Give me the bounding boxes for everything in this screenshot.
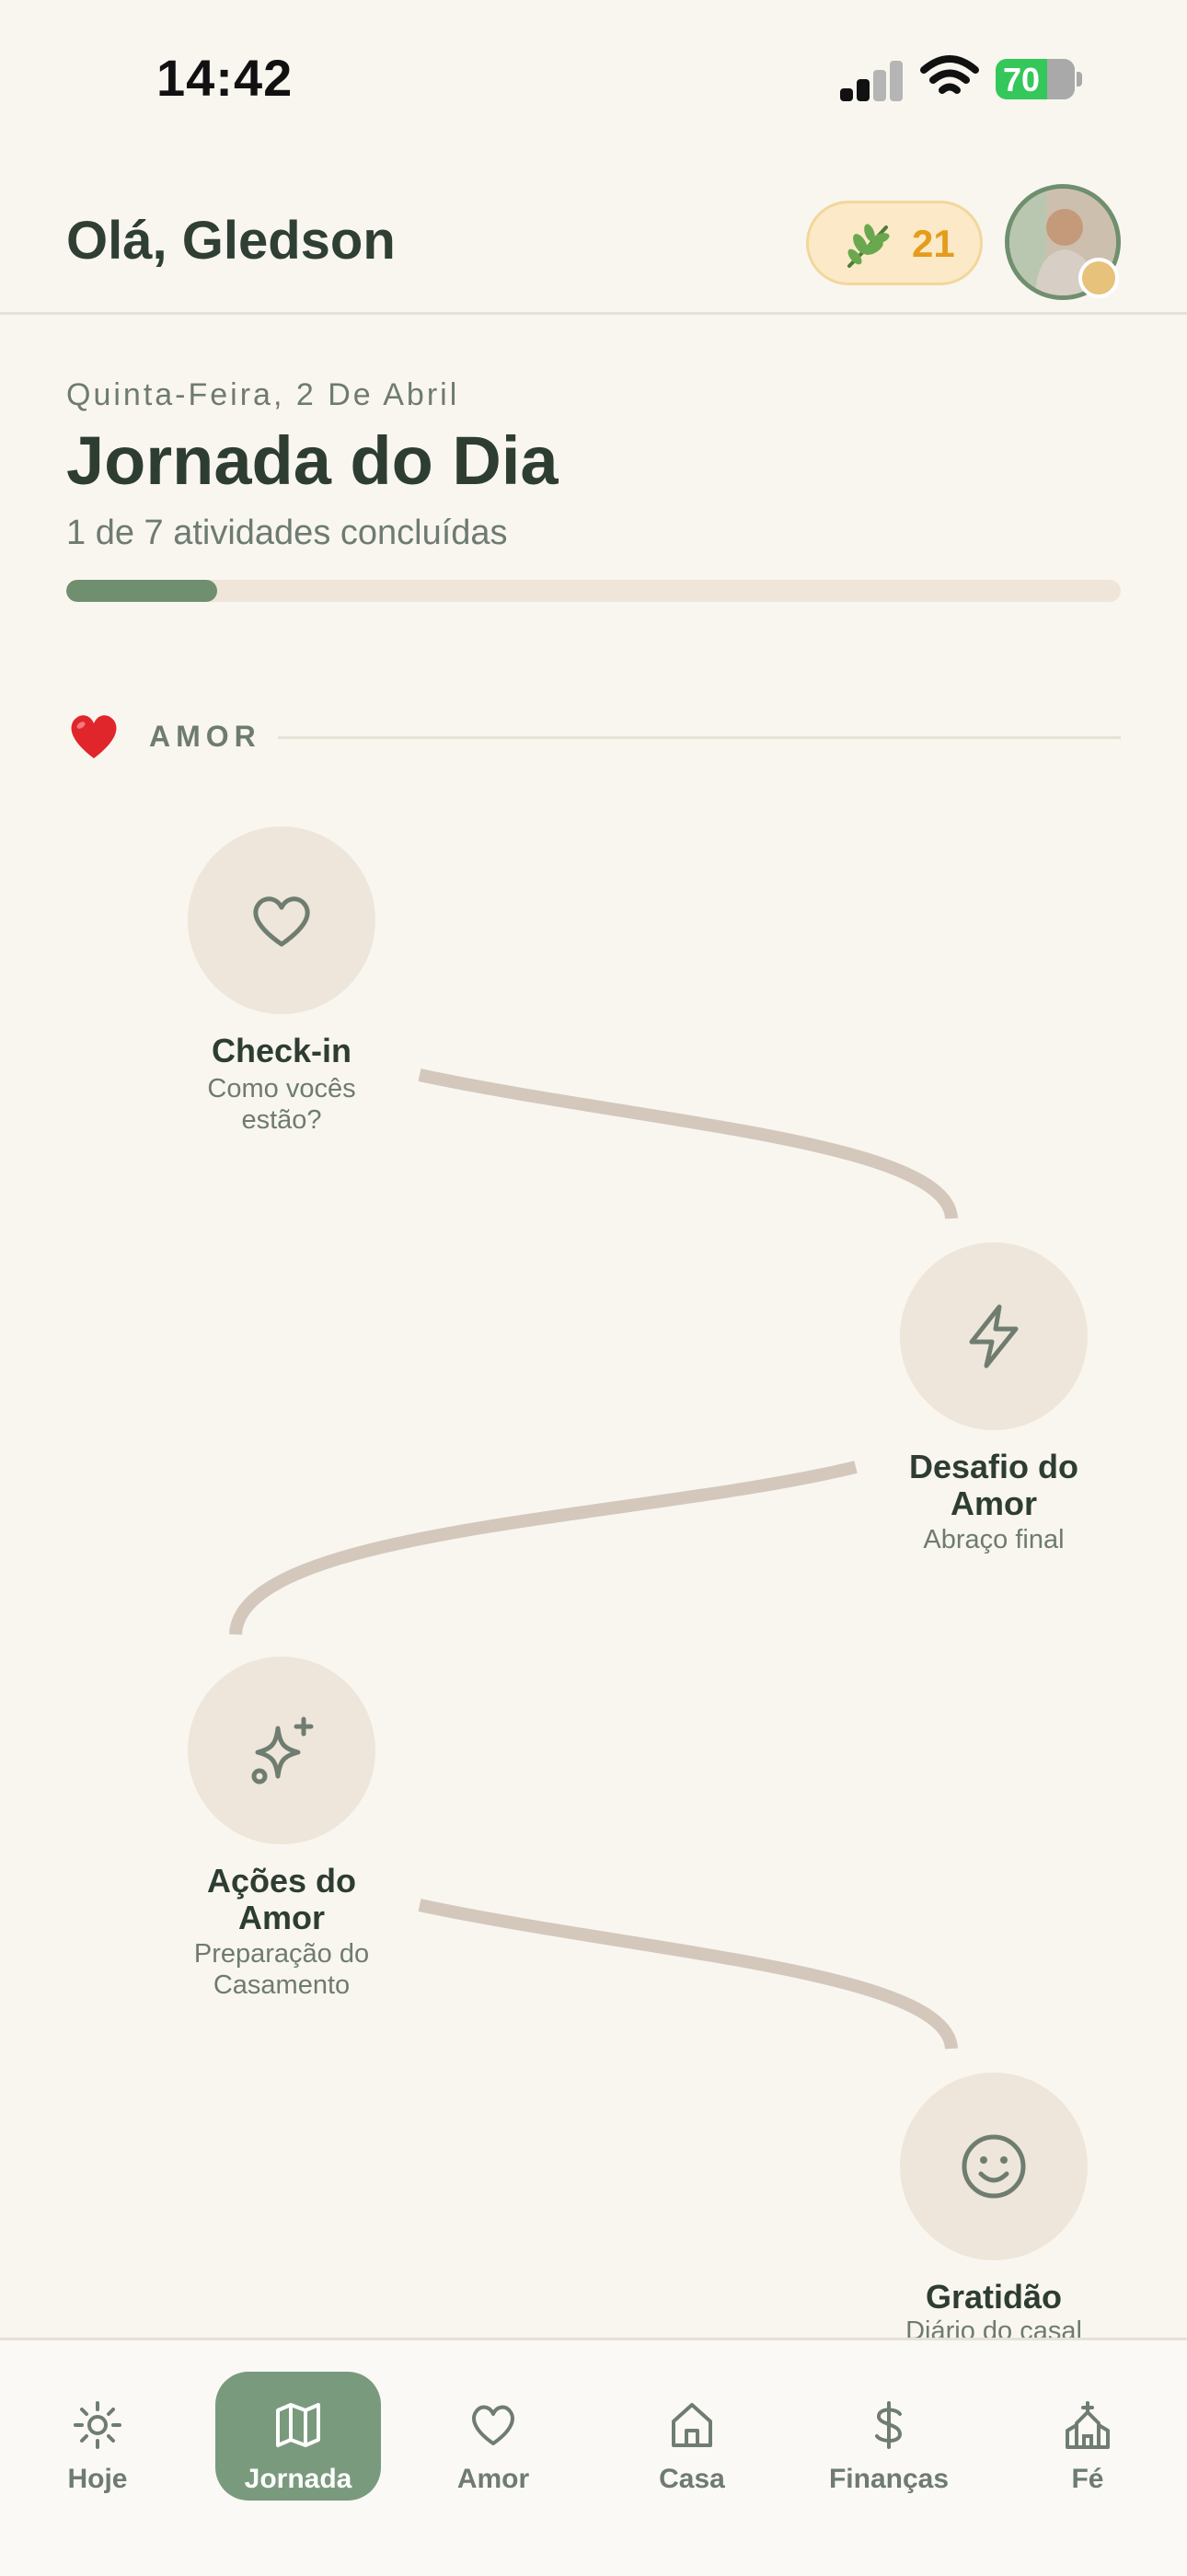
dollar-icon (875, 2401, 903, 2449)
activity-node-desafio[interactable] (900, 1242, 1088, 1430)
nav-label: Fé (1071, 2464, 1104, 2494)
activity-subtitle: Preparação do Casamento (193, 1939, 370, 2000)
church-icon (1066, 2401, 1110, 2449)
nav-label: Amor (456, 2464, 530, 2494)
activity-node-gratidao[interactable] (900, 2073, 1088, 2260)
activity-title: Desafio do Amor (908, 1448, 1079, 1522)
activity-title: Check-in (211, 1032, 352, 1069)
nav-label: Jornada (244, 2464, 352, 2494)
activity-node-acoes[interactable] (188, 1657, 375, 1844)
activity-title: Gratidão (925, 2278, 1063, 2316)
nav-casa[interactable]: Casa (609, 2372, 775, 2501)
sparkles-icon (251, 1716, 314, 1785)
activity-subtitle: Como vocês estão? (207, 1074, 356, 1135)
activity-subtitle: Abraço final (923, 1525, 1065, 1554)
nav-financas[interactable]: Finanças (806, 2372, 972, 2501)
activity-node-checkin[interactable] (188, 826, 375, 1014)
smiley-icon (962, 2134, 1026, 2199)
house-icon (672, 2403, 712, 2447)
sun-icon (74, 2401, 121, 2449)
activity-title: Ações do Amor (206, 1862, 357, 1936)
nav-label: Hoje (67, 2464, 128, 2494)
nav-amor[interactable]: Amor (410, 2372, 576, 2501)
nav-jornada[interactable]: Jornada (215, 2372, 381, 2501)
map-icon (276, 2403, 320, 2447)
nav-fe[interactable]: Fé (1005, 2372, 1170, 2501)
nav-label: Casa (659, 2464, 725, 2494)
lightning-icon (969, 1304, 1019, 1369)
nav-hoje[interactable]: Hoje (15, 2372, 180, 2501)
heart-icon (472, 2405, 514, 2445)
nav-label: Finanças (828, 2464, 950, 2494)
bottom-nav: Hoje Jornada Amor Casa Finanças Fé (0, 2338, 1187, 2576)
heart-outline-icon (253, 896, 310, 947)
